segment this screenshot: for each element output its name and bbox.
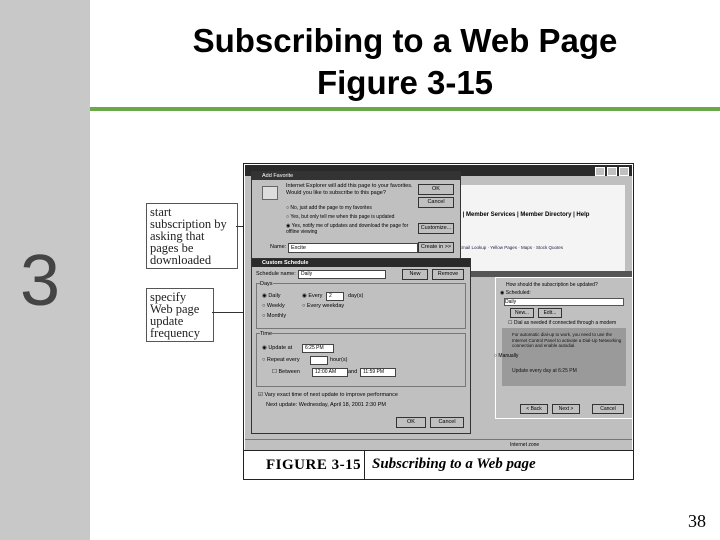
- update-at-label: Update at: [268, 345, 293, 351]
- update-every-text: Update every day at 6:25 PM: [512, 368, 577, 374]
- screenshot: t | Member Services | Member Directory |…: [245, 165, 632, 450]
- custom-schedule-dialog: Custom Schedule Schedule name: Daily New…: [251, 258, 471, 434]
- wizard-question: How should the subscription be updated?: [506, 282, 598, 288]
- figure-caption: FIGURE 3-15 Subscribing to a Web page: [244, 450, 633, 479]
- repeat-every-label: Repeat every: [266, 357, 300, 363]
- window-controls: [595, 167, 629, 176]
- slide-title: Subscribing to a Web Page: [192, 22, 618, 59]
- between-to-input[interactable]: 11:59 PM: [360, 368, 396, 377]
- days-unit-label: day(s): [348, 293, 364, 299]
- question-line-1: Internet Explorer will add this page to …: [286, 183, 413, 189]
- vary-checkbox[interactable]: ☑ Vary exact time of next update to impr…: [258, 392, 398, 398]
- schedule-ok-button[interactable]: OK: [396, 417, 426, 428]
- callout-update-frequency: specify Web page update frequency: [146, 288, 214, 342]
- and-label: and: [348, 369, 358, 375]
- create-in-button[interactable]: Create in >>: [418, 242, 454, 253]
- maximize-icon[interactable]: [607, 167, 617, 176]
- dialup-checkbox[interactable]: ☐ Dial as needed if connected through a …: [508, 320, 616, 326]
- subscription-wizard: How should the subscription be updated? …: [494, 277, 632, 419]
- figure-caption-text: Subscribing to a Web page: [372, 456, 536, 472]
- schedule-name-label: Schedule name:: [256, 271, 296, 277]
- chapter-number: 3: [20, 241, 61, 321]
- daily-radio[interactable]: ◉ Daily: [262, 293, 281, 299]
- between-from-input[interactable]: 12:00 AM: [312, 368, 348, 377]
- option1-label: No, just add the page to my favorites: [290, 205, 372, 211]
- every-weekday-label: Every weekday: [306, 303, 345, 309]
- site-links: Email Lookup · Yellow Pages · Maps · Sto…: [459, 245, 564, 250]
- question-line-2: Would you like to subscribe to this page…: [286, 190, 386, 196]
- wizard-edit-button[interactable]: Edit...: [538, 308, 562, 318]
- vary-label: Vary exact time of next update to improv…: [264, 392, 398, 398]
- status-text: Internet zone: [510, 442, 540, 448]
- schedule-select[interactable]: Daily: [504, 298, 624, 306]
- weekly-label: Weekly: [266, 303, 285, 309]
- weekly-radio[interactable]: ○ Weekly: [262, 303, 285, 309]
- add-cancel-button[interactable]: Cancel: [418, 197, 454, 208]
- site-nav[interactable]: t | Member Services | Member Directory |…: [459, 212, 589, 218]
- favorites-star-icon: [262, 186, 278, 200]
- time-label: Time: [260, 331, 273, 337]
- next-button[interactable]: Next >: [552, 404, 580, 414]
- scheduled-radio[interactable]: ◉ Scheduled:: [500, 290, 531, 296]
- option2-label: Yes, but only tell me when this page is …: [290, 214, 395, 220]
- repeat-hours-input[interactable]: [310, 356, 328, 365]
- wizard-hint: For automatic dial-up to work, you need …: [512, 332, 622, 348]
- dialup-label: Dial as needed if connected through a mo…: [513, 320, 617, 326]
- add-favorite-question: Internet Explorer will add this page to …: [286, 183, 413, 197]
- days-label: Days: [260, 281, 273, 287]
- minimize-icon[interactable]: [595, 167, 605, 176]
- schedule-remove-button[interactable]: Remove: [432, 269, 464, 280]
- add-favorite-dialog: Add Favorite Internet Explorer will add …: [251, 171, 461, 259]
- name-label: Name:: [270, 244, 287, 250]
- between-checkbox[interactable]: ☐ Between: [272, 369, 300, 375]
- option-notify-only[interactable]: ○ Yes, but only tell me when this page i…: [286, 214, 394, 220]
- add-favorite-title: Add Favorite: [252, 172, 460, 180]
- wizard-info-panel: For automatic dial-up to work, you need …: [502, 328, 626, 386]
- update-at-input[interactable]: 6:25 PM: [302, 344, 334, 353]
- figure-label: FIGURE 3-15: [266, 457, 362, 473]
- wizard-cancel-button[interactable]: Cancel: [592, 404, 624, 414]
- close-icon[interactable]: [619, 167, 629, 176]
- title-rule: [90, 107, 720, 111]
- schedule-new-button[interactable]: New: [402, 269, 428, 280]
- schedule-cancel-button[interactable]: Cancel: [430, 417, 464, 428]
- monthly-label: Monthly: [266, 313, 287, 319]
- custom-schedule-title: Custom Schedule: [252, 259, 470, 267]
- every-label: Every: [308, 293, 323, 299]
- every-days-input[interactable]: 2: [326, 292, 344, 301]
- schedule-name-select[interactable]: Daily: [298, 270, 386, 279]
- option-no-subscribe[interactable]: ○ No, just add the page to my favorites: [286, 205, 372, 211]
- days-group: [256, 283, 466, 329]
- repeat-every-radio[interactable]: ○ Repeat every: [262, 357, 300, 363]
- page-number: 38: [688, 511, 706, 531]
- update-at-radio[interactable]: ◉ Update at: [262, 345, 292, 351]
- monthly-radio[interactable]: ○ Monthly: [262, 313, 286, 319]
- every-radio[interactable]: ◉ Every: [302, 293, 322, 299]
- caption-divider: [364, 451, 365, 479]
- slide-subtitle: Figure 3-15: [316, 64, 494, 101]
- next-update-text: Next update: Wednesday, April 18, 2001 2…: [266, 402, 386, 408]
- option3-label: Yes, notify me of updates and download t…: [286, 223, 409, 235]
- wizard-new-button[interactable]: New...: [510, 308, 534, 318]
- customize-button[interactable]: Customize...: [418, 223, 454, 234]
- figure-frame: t | Member Services | Member Directory |…: [243, 163, 634, 480]
- scheduled-label: Scheduled:: [505, 290, 531, 296]
- option-download[interactable]: ◉ Yes, notify me of updates and download…: [286, 223, 416, 235]
- between-label: Between: [278, 369, 300, 375]
- add-ok-button[interactable]: OK: [418, 184, 454, 195]
- hours-unit-label: hour(s): [330, 357, 348, 363]
- manually-radio[interactable]: ○ Manually: [494, 353, 518, 359]
- back-button[interactable]: < Back: [520, 404, 548, 414]
- daily-label: Daily: [268, 293, 281, 299]
- every-weekday-radio[interactable]: ○ Every weekday: [302, 303, 344, 309]
- browser-status-bar: Internet zone: [245, 439, 632, 450]
- manually-label: Manually: [498, 353, 519, 359]
- name-input[interactable]: Excite: [288, 243, 418, 253]
- callout-start-subscription: start subscription by asking that pages …: [146, 203, 238, 269]
